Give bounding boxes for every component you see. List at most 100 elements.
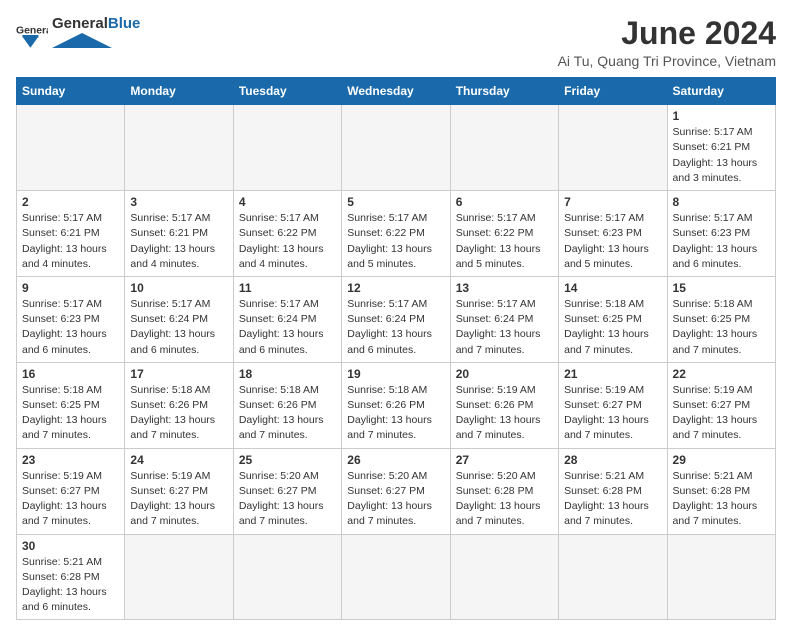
day-info: Sunrise: 5:18 AMSunset: 6:25 PMDaylight:… — [673, 297, 770, 358]
day-info: Sunrise: 5:20 AMSunset: 6:27 PMDaylight:… — [239, 469, 336, 530]
day-info: Sunrise: 5:17 AMSunset: 6:22 PMDaylight:… — [347, 211, 444, 272]
day-info: Sunrise: 5:21 AMSunset: 6:28 PMDaylight:… — [22, 555, 119, 616]
day-info: Sunrise: 5:21 AMSunset: 6:28 PMDaylight:… — [564, 469, 661, 530]
calendar-cell: 5 Sunrise: 5:17 AMSunset: 6:22 PMDaylight… — [342, 191, 450, 277]
day-info: Sunrise: 5:17 AMSunset: 6:24 PMDaylight:… — [347, 297, 444, 358]
day-number: 2 — [22, 195, 119, 209]
day-info: Sunrise: 5:18 AMSunset: 6:26 PMDaylight:… — [130, 383, 227, 444]
day-number: 1 — [673, 109, 770, 123]
calendar-cell: 4Sunrise: 5:17 AMSunset: 6:22 PMDaylight… — [233, 191, 341, 277]
day-info: Sunrise: 5:20 AMSunset: 6:27 PMDaylight:… — [347, 469, 444, 530]
calendar-table: SundayMondayTuesdayWednesdayThursdayFrid… — [16, 77, 776, 620]
svg-text:General: General — [16, 25, 48, 36]
day-info: Sunrise: 5:18 AMSunset: 6:25 PMDaylight:… — [22, 383, 119, 444]
day-info: Sunrise: 5:18 AMSunset: 6:26 PMDaylight:… — [239, 383, 336, 444]
day-number: 29 — [673, 453, 770, 467]
logo: General GeneralBlue — [16, 16, 140, 54]
calendar-cell: 27Sunrise: 5:20 AMSunset: 6:28 PMDayligh… — [450, 448, 558, 534]
day-number: 17 — [130, 367, 227, 381]
calendar-cell: 9 Sunrise: 5:17 AMSunset: 6:23 PMDaylight… — [17, 276, 125, 362]
day-info: Sunrise: 5:17 AMSunset: 6:21 PMDaylight:… — [130, 211, 227, 272]
day-info: Sunrise: 5:17 AMSunset: 6:21 PMDaylight:… — [22, 211, 119, 272]
day-number: 10 — [130, 281, 227, 295]
calendar-cell: 17 Sunrise: 5:18 AMSunset: 6:26 PMDayligh… — [125, 362, 233, 448]
week-row-3: 9 Sunrise: 5:17 AMSunset: 6:23 PMDaylight… — [17, 276, 776, 362]
day-number: 12 — [347, 281, 444, 295]
calendar-cell: 14 Sunrise: 5:18 AMSunset: 6:25 PMDayligh… — [559, 276, 667, 362]
calendar-cell: 15 Sunrise: 5:18 AMSunset: 6:25 PMDayligh… — [667, 276, 775, 362]
calendar-cell: 22 Sunrise: 5:19 AMSunset: 6:27 PMDayligh… — [667, 362, 775, 448]
calendar-cell: 19Sunrise: 5:18 AMSunset: 6:26 PMDayligh… — [342, 362, 450, 448]
logo-triangle — [52, 33, 112, 49]
day-info: Sunrise: 5:19 AMSunset: 6:27 PMDaylight:… — [564, 383, 661, 444]
week-row-2: 2 Sunrise: 5:17 AMSunset: 6:21 PMDaylight… — [17, 191, 776, 277]
day-info: Sunrise: 5:18 AMSunset: 6:26 PMDaylight:… — [347, 383, 444, 444]
calendar-cell: 18 Sunrise: 5:18 AMSunset: 6:26 PMDayligh… — [233, 362, 341, 448]
day-info: Sunrise: 5:17 AMSunset: 6:23 PMDaylight:… — [22, 297, 119, 358]
calendar-cell: 20 Sunrise: 5:19 AMSunset: 6:26 PMDayligh… — [450, 362, 558, 448]
day-number: 22 — [673, 367, 770, 381]
calendar-cell — [342, 105, 450, 191]
week-row-4: 16 Sunrise: 5:18 AMSunset: 6:25 PMDayligh… — [17, 362, 776, 448]
weekday-header-wednesday: Wednesday — [342, 78, 450, 105]
calendar-cell — [125, 105, 233, 191]
calendar-cell: 1Sunrise: 5:17 AMSunset: 6:21 PMDaylight… — [667, 105, 775, 191]
calendar-cell — [233, 534, 341, 620]
calendar-cell: 26 Sunrise: 5:20 AMSunset: 6:27 PMDayligh… — [342, 448, 450, 534]
day-number: 6 — [456, 195, 553, 209]
day-number: 23 — [22, 453, 119, 467]
day-number: 13 — [456, 281, 553, 295]
logo-blue-text: Blue — [108, 15, 141, 32]
calendar-cell — [342, 534, 450, 620]
week-row-6: 30 Sunrise: 5:21 AMSunset: 6:28 PMDayligh… — [17, 534, 776, 620]
calendar-cell: 29 Sunrise: 5:21 AMSunset: 6:28 PMDayligh… — [667, 448, 775, 534]
calendar-cell — [125, 534, 233, 620]
calendar-cell — [559, 105, 667, 191]
day-info: Sunrise: 5:19 AMSunset: 6:27 PMDaylight:… — [130, 469, 227, 530]
day-info: Sunrise: 5:19 AMSunset: 6:27 PMDaylight:… — [22, 469, 119, 530]
calendar-cell — [450, 534, 558, 620]
calendar-cell: 21Sunrise: 5:19 AMSunset: 6:27 PMDayligh… — [559, 362, 667, 448]
calendar-cell: 30 Sunrise: 5:21 AMSunset: 6:28 PMDayligh… — [17, 534, 125, 620]
subtitle: Ai Tu, Quang Tri Province, Vietnam — [558, 53, 776, 69]
calendar-cell: 13Sunrise: 5:17 AMSunset: 6:24 PMDayligh… — [450, 276, 558, 362]
calendar-cell — [450, 105, 558, 191]
title-block: June 2024 Ai Tu, Quang Tri Province, Vie… — [558, 16, 776, 69]
day-number: 15 — [673, 281, 770, 295]
day-info: Sunrise: 5:17 AMSunset: 6:24 PMDaylight:… — [239, 297, 336, 358]
day-number: 9 — [22, 281, 119, 295]
day-number: 8 — [673, 195, 770, 209]
calendar-cell: 6 Sunrise: 5:17 AMSunset: 6:22 PMDaylight… — [450, 191, 558, 277]
week-row-1: 1Sunrise: 5:17 AMSunset: 6:21 PMDaylight… — [17, 105, 776, 191]
day-number: 4 — [239, 195, 336, 209]
calendar-cell: 2 Sunrise: 5:17 AMSunset: 6:21 PMDaylight… — [17, 191, 125, 277]
weekday-header-saturday: Saturday — [667, 78, 775, 105]
calendar-cell: 28 Sunrise: 5:21 AMSunset: 6:28 PMDayligh… — [559, 448, 667, 534]
day-info: Sunrise: 5:17 AMSunset: 6:22 PMDaylight:… — [456, 211, 553, 272]
calendar-cell: 23 Sunrise: 5:19 AMSunset: 6:27 PMDayligh… — [17, 448, 125, 534]
day-number: 3 — [130, 195, 227, 209]
calendar-cell — [233, 105, 341, 191]
day-number: 7 — [564, 195, 661, 209]
day-info: Sunrise: 5:19 AMSunset: 6:27 PMDaylight:… — [673, 383, 770, 444]
day-number: 16 — [22, 367, 119, 381]
week-row-5: 23 Sunrise: 5:19 AMSunset: 6:27 PMDayligh… — [17, 448, 776, 534]
day-number: 5 — [347, 195, 444, 209]
calendar-cell: 8 Sunrise: 5:17 AMSunset: 6:23 PMDaylight… — [667, 191, 775, 277]
day-number: 20 — [456, 367, 553, 381]
calendar-cell: 11Sunrise: 5:17 AMSunset: 6:24 PMDayligh… — [233, 276, 341, 362]
day-number: 28 — [564, 453, 661, 467]
calendar-cell: 7Sunrise: 5:17 AMSunset: 6:23 PMDaylight… — [559, 191, 667, 277]
day-number: 14 — [564, 281, 661, 295]
calendar-cell — [17, 105, 125, 191]
day-info: Sunrise: 5:21 AMSunset: 6:28 PMDaylight:… — [673, 469, 770, 530]
day-info: Sunrise: 5:18 AMSunset: 6:25 PMDaylight:… — [564, 297, 661, 358]
day-info: Sunrise: 5:17 AMSunset: 6:23 PMDaylight:… — [673, 211, 770, 272]
month-title: June 2024 — [558, 16, 776, 51]
day-number: 18 — [239, 367, 336, 381]
weekday-header-row: SundayMondayTuesdayWednesdayThursdayFrid… — [17, 78, 776, 105]
day-number: 26 — [347, 453, 444, 467]
weekday-header-monday: Monday — [125, 78, 233, 105]
day-number: 30 — [22, 539, 119, 553]
day-info: Sunrise: 5:19 AMSunset: 6:26 PMDaylight:… — [456, 383, 553, 444]
